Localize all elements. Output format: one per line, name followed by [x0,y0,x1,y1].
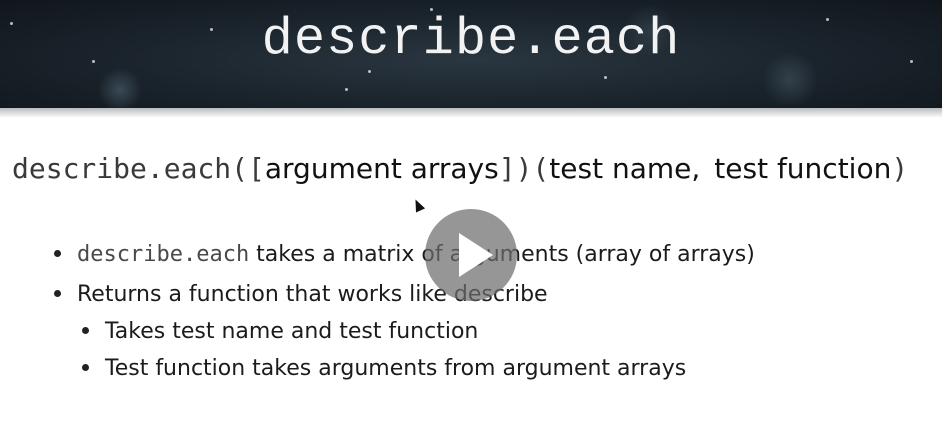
bullet-dot [82,326,89,334]
bullet-dot [54,289,61,297]
slide-header: describe.each [0,0,942,108]
sub-bullet-item: Test function takes arguments from argum… [82,356,686,381]
signature-suffix: ) [891,152,909,185]
bullet-text: Test function takes arguments from argum… [105,356,687,381]
signature-prefix: describe.each([ [12,152,265,185]
signature-args: argument arrays [264,152,499,185]
slide-title: describe.each [261,10,681,69]
bullet-text: Takes test name and test function [105,319,479,344]
bullet-item: describe.each takes a matrix of argument… [54,242,755,267]
signature-line: describe.each([argument arrays])(test na… [12,152,908,186]
star-dot [345,88,348,91]
signature-test-function: test function [714,152,892,185]
play-icon [459,233,493,277]
header-shadow [0,108,942,118]
star-dot [368,70,371,73]
bullet-code: describe.each [77,242,250,267]
slide: describe.each describe.each([argument ar… [0,0,942,435]
signature-test-name: test name, [549,152,701,185]
star-dot [604,76,607,79]
play-button[interactable] [425,209,517,301]
bullet-dot [54,249,61,257]
signature-middle: ])( [498,152,550,185]
bullet-dot [82,363,89,371]
mouse-cursor-icon [410,197,426,213]
sub-bullet-item: Takes test name and test function [82,319,478,344]
